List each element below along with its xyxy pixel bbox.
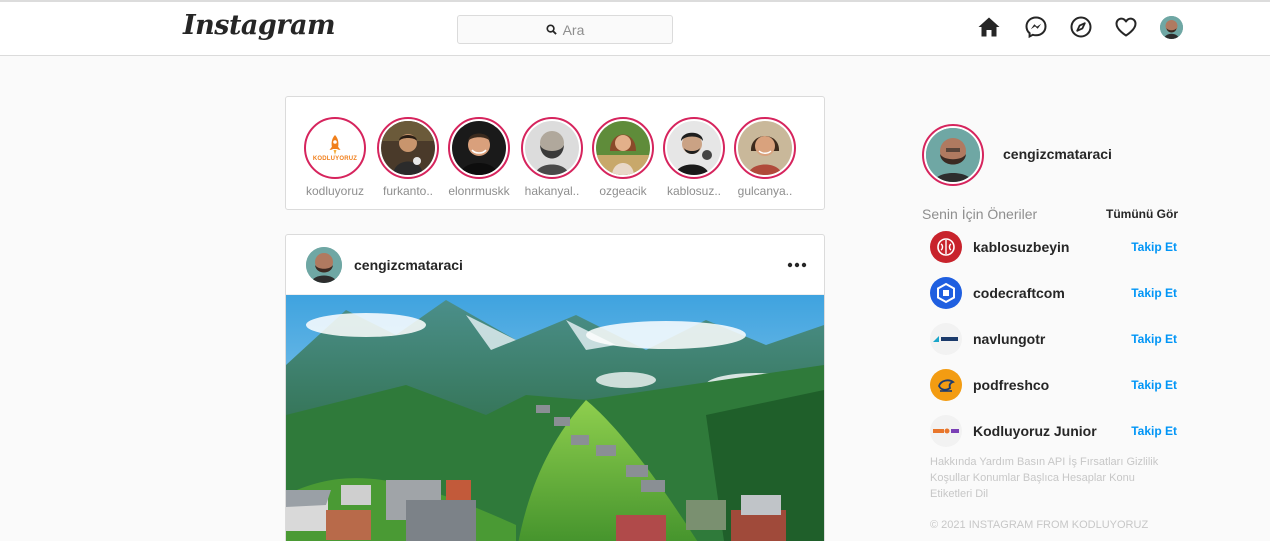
sidebar-profile-name[interactable]: cengizcmataraci	[1003, 146, 1112, 162]
hexagon-icon	[937, 282, 955, 304]
story-username: hakanyal..	[524, 184, 580, 198]
see-all-link[interactable]: Tümünü Gör	[1106, 207, 1178, 221]
story-ring	[521, 117, 583, 179]
story-item[interactable]: furkanto..	[375, 117, 441, 198]
bird-icon	[938, 379, 955, 392]
suggestion-avatar[interactable]	[930, 415, 962, 447]
suggestion-avatar[interactable]	[930, 231, 962, 263]
follow-button[interactable]: Takip Et	[1131, 240, 1177, 254]
story-ring	[592, 117, 654, 179]
story-avatar	[381, 121, 435, 175]
suggestion-username[interactable]: navlungotr	[973, 331, 1045, 347]
story-avatar	[452, 121, 506, 175]
story-item[interactable]: hakanyal..	[519, 117, 585, 198]
story-ring	[734, 117, 796, 179]
explore-icon[interactable]	[1069, 15, 1093, 39]
suggestion-row: Kodluyoruz Junior Takip Et	[930, 415, 1180, 447]
story-avatar	[667, 121, 721, 175]
avatar-image	[306, 247, 342, 283]
search-placeholder: Ara	[562, 21, 585, 38]
story-item[interactable]: ozgeacik	[590, 117, 656, 198]
story-ring	[663, 117, 725, 179]
brain-icon	[937, 238, 955, 256]
suggestion-avatar[interactable]	[930, 277, 962, 309]
avatar-image	[381, 121, 435, 175]
home-icon[interactable]	[977, 15, 1001, 39]
avatar-image	[525, 121, 579, 175]
profile-avatar[interactable]	[1160, 16, 1183, 39]
suggestion-row: codecraftcom Takip Et	[930, 277, 1180, 309]
story-avatar	[738, 121, 792, 175]
search-icon	[546, 24, 557, 35]
suggestion-row: podfreshco Takip Et	[930, 369, 1180, 401]
navlungo-logo-icon	[933, 336, 958, 342]
avatar-image	[667, 121, 721, 175]
suggestions-title: Senin İçin Öneriler	[922, 206, 1038, 222]
story-username: kodluyoruz	[305, 184, 365, 198]
suggestion-username[interactable]: codecraftcom	[973, 285, 1065, 301]
suggestion-username[interactable]: Kodluyoruz Junior	[973, 423, 1097, 439]
story-item[interactable]: elonrmuskk	[446, 117, 512, 198]
story-ring	[377, 117, 439, 179]
post-avatar[interactable]	[306, 247, 342, 283]
kodluyoruz-logo: KODLUYORUZ	[308, 121, 362, 175]
messenger-icon[interactable]	[1024, 15, 1048, 39]
post-image[interactable]	[286, 295, 824, 541]
more-options-icon[interactable]	[785, 255, 809, 275]
search-input[interactable]: Ara	[457, 15, 673, 44]
story-username: elonrmuskk	[448, 184, 510, 198]
story-username: kablosuz..	[666, 184, 722, 198]
footer-links[interactable]: Hakkında Yardım Basın API İş Fırsatları …	[930, 454, 1160, 502]
sidebar-profile-avatar[interactable]	[922, 124, 984, 186]
follow-button[interactable]: Takip Et	[1131, 286, 1177, 300]
post-header: cengizcmataraci	[286, 235, 824, 295]
story-avatar	[596, 121, 650, 175]
logo-text: KODLUYORUZ	[312, 156, 358, 162]
story-username: gulcanya..	[737, 184, 793, 198]
suggestion-username[interactable]: kablosuzbeyin	[973, 239, 1069, 255]
story-username: ozgeacik	[599, 184, 647, 198]
suggestion-row: kablosuzbeyin Takip Et	[930, 231, 1180, 263]
story-item[interactable]: kablosuz..	[661, 117, 727, 198]
suggestion-row: navlungotr Takip Et	[930, 323, 1180, 355]
story-ring: KODLUYORUZ	[304, 117, 366, 179]
avatar-svg	[926, 128, 980, 182]
suggestion-username[interactable]: podfreshco	[973, 377, 1049, 393]
story-item[interactable]: gulcanya..	[732, 117, 798, 198]
story-avatar	[525, 121, 579, 175]
top-navigation-bar: Instagram Ara	[0, 0, 1270, 56]
feed-post: cengizcmataraci	[285, 234, 825, 541]
follow-button[interactable]: Takip Et	[1131, 332, 1177, 346]
story-username: furkanto..	[382, 184, 434, 198]
instagram-logo[interactable]: Instagram	[183, 10, 336, 41]
stories-tray: KODLUYORUZ kodluyoruz furkanto.. elonrmu…	[285, 96, 825, 210]
kodluyoruz-junior-logo-icon	[933, 428, 959, 434]
story-ring	[448, 117, 510, 179]
suggestion-avatar[interactable]	[930, 369, 962, 401]
follow-button[interactable]: Takip Et	[1131, 378, 1177, 392]
avatar-image	[596, 121, 650, 175]
rocket-icon	[329, 135, 341, 155]
post-username[interactable]: cengizcmataraci	[354, 257, 463, 273]
avatar-image	[452, 121, 506, 175]
suggestion-avatar[interactable]	[930, 323, 962, 355]
copyright-text: © 2021 INSTAGRAM FROM KODLUYORUZ	[930, 519, 1149, 531]
avatar-image	[926, 128, 980, 182]
story-item[interactable]: KODLUYORUZ kodluyoruz	[302, 117, 368, 198]
avatar-image	[1160, 16, 1183, 39]
heart-icon[interactable]	[1114, 15, 1138, 39]
avatar-image	[738, 121, 792, 175]
follow-button[interactable]: Takip Et	[1131, 424, 1177, 438]
